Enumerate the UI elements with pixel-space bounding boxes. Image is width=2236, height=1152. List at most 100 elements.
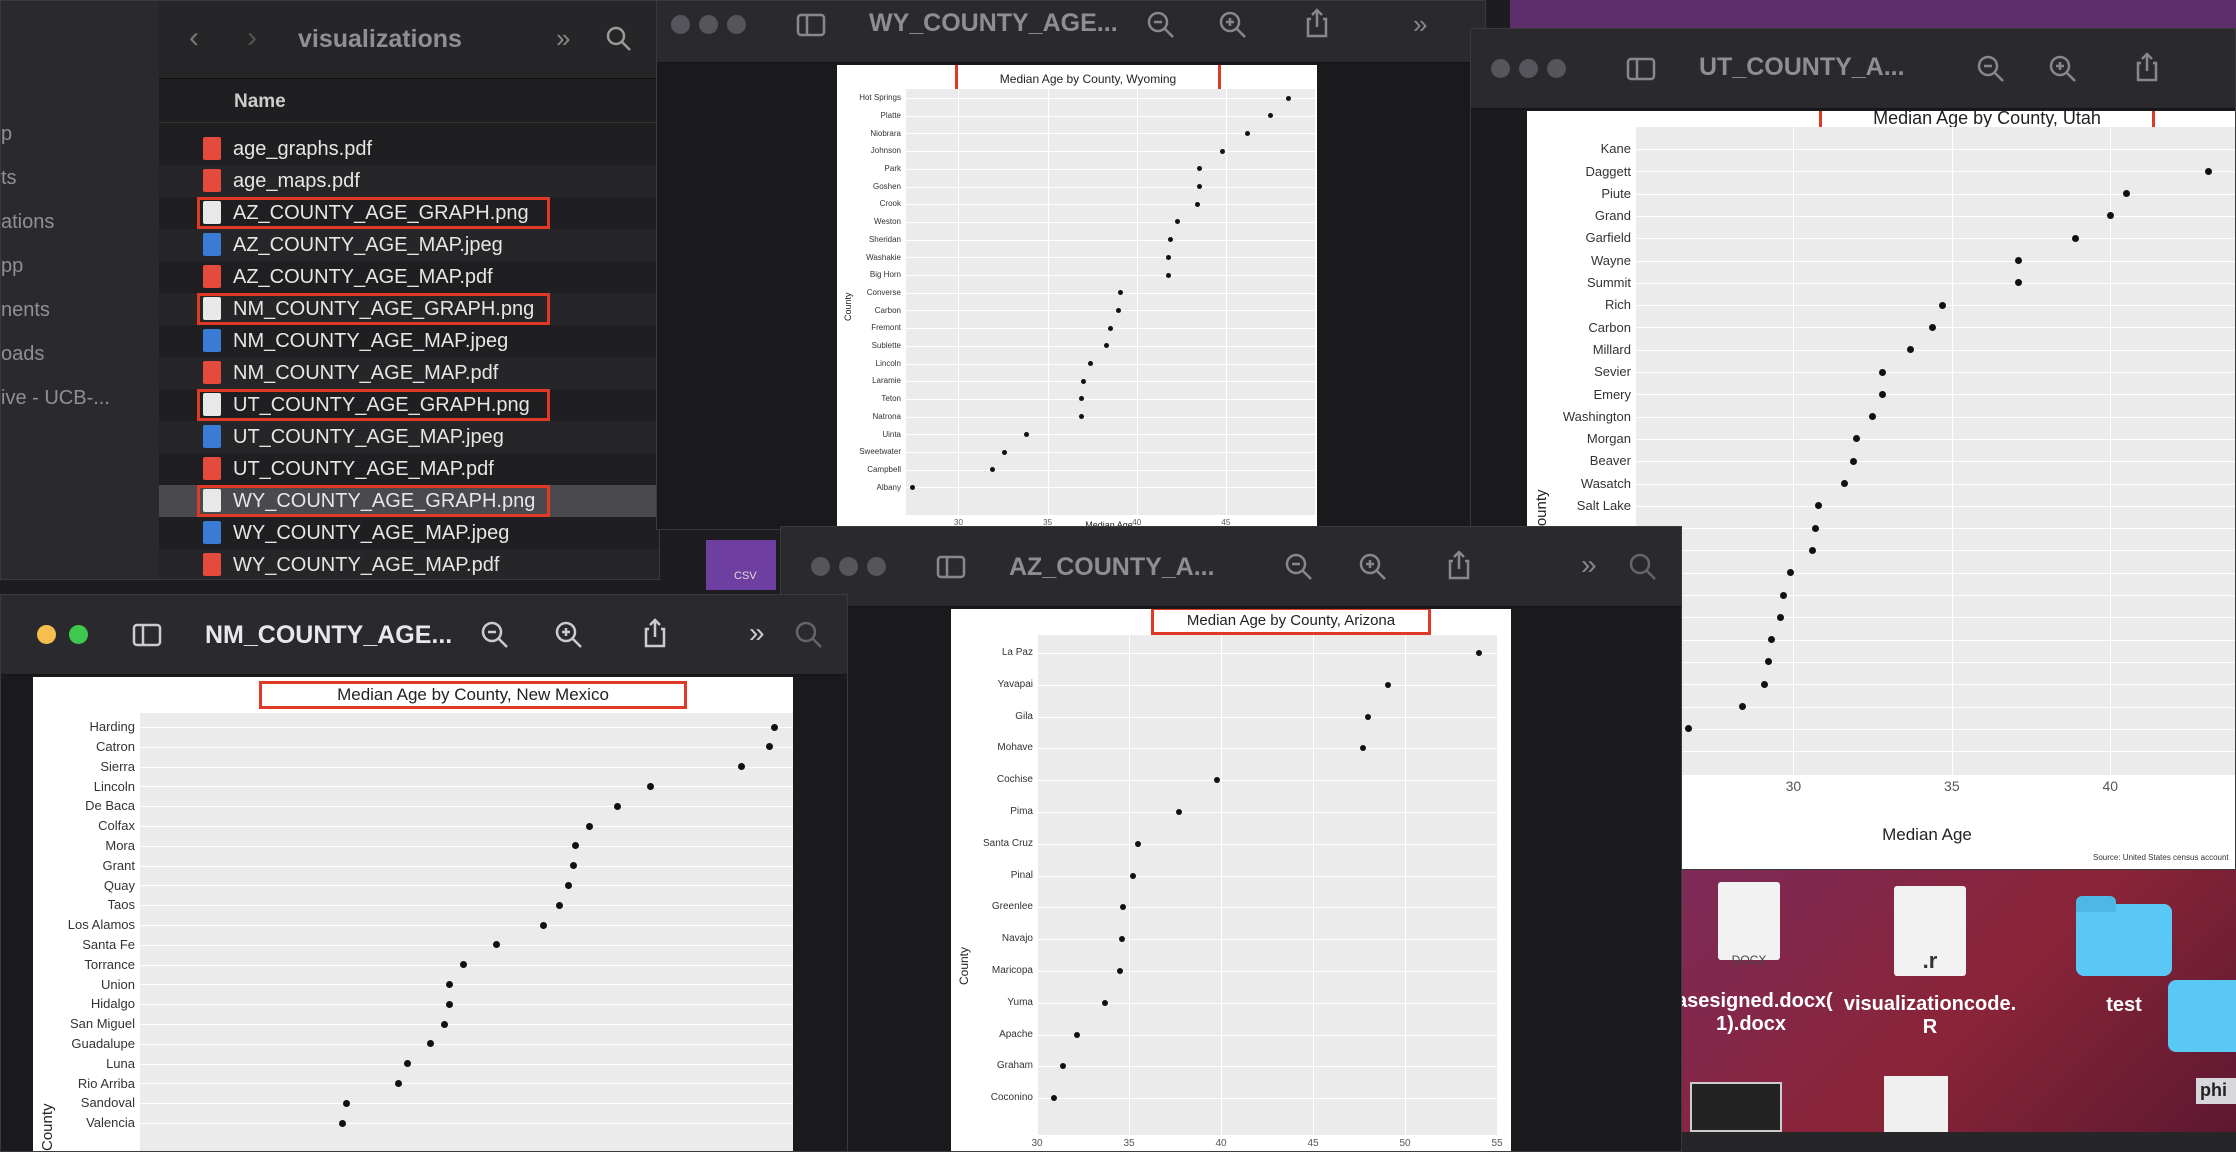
category-label: Guadalupe [71, 1036, 135, 1051]
gridline [905, 257, 1315, 259]
plot-panel [1635, 127, 2235, 775]
gridline [1635, 684, 2235, 686]
back-button[interactable]: ‹ [189, 21, 219, 55]
data-point [586, 822, 594, 830]
share-icon[interactable] [639, 617, 671, 649]
sidebar-toggle-icon[interactable] [795, 9, 827, 41]
sidebar-toggle-icon[interactable] [131, 619, 163, 651]
category-label: De Baca [85, 798, 135, 814]
plot-panel [1037, 635, 1497, 1135]
zoom-in-icon[interactable] [553, 619, 585, 651]
file-name: age_maps.pdf [233, 170, 360, 192]
forward-button[interactable]: › [247, 21, 277, 55]
search-icon[interactable] [605, 25, 633, 53]
gridline [1635, 394, 2235, 396]
file-row[interactable]: WY_COUNTY_AGE_MAP.jpeg [159, 517, 659, 549]
minimize-button[interactable] [699, 15, 718, 34]
zoom-button[interactable] [867, 557, 886, 576]
sidebar-toggle-icon[interactable] [935, 551, 967, 583]
gridline [139, 1043, 793, 1045]
share-icon[interactable] [1443, 549, 1475, 581]
zoom-out-icon[interactable] [1145, 9, 1177, 41]
file-row[interactable]: age_graphs.pdf [159, 133, 659, 165]
column-header[interactable]: Name [159, 85, 659, 123]
file-row[interactable]: AZ_COUNTY_AGE_MAP.jpeg [159, 229, 659, 261]
category-label: Natrona [872, 411, 901, 421]
category-label: Fremont [871, 323, 901, 333]
data-point [1786, 569, 1794, 577]
sidebar-item[interactable]: p [1, 123, 12, 146]
data-point [2014, 257, 2022, 264]
finder-window: p ts ations pp nents oads ive - UCB-... … [0, 0, 660, 580]
close-button[interactable] [811, 557, 830, 576]
share-icon[interactable] [1301, 7, 1333, 39]
data-point [1196, 166, 1202, 172]
category-label: Kane [1600, 141, 1631, 157]
docx-file-icon [1718, 882, 1780, 960]
minimize-button[interactable] [839, 557, 858, 576]
file-row[interactable]: AZ_COUNTY_AGE_MAP.pdf [159, 261, 659, 293]
desktop-item-label: phi [2196, 1078, 2236, 1104]
folder-icon[interactable] [2168, 980, 2236, 1052]
sidebar-item[interactable]: oads [1, 343, 44, 366]
close-button[interactable] [1491, 59, 1510, 78]
screenshot-thumbnail[interactable] [1690, 1082, 1782, 1132]
file-row[interactable]: WY_COUNTY_AGE_MAP.pdf [159, 549, 659, 579]
file-row[interactable]: NM_COUNTY_AGE_MAP.jpeg [159, 325, 659, 357]
zoom-button[interactable] [1547, 59, 1566, 78]
folder-title: visualizations [298, 25, 462, 53]
zoom-in-icon[interactable] [2047, 53, 2079, 85]
desktop-item-docx[interactable]: DOCX asesigned.docx( 1).docx [1676, 878, 1836, 1048]
sidebar-item[interactable]: nents [1, 299, 50, 322]
data-point [1194, 201, 1200, 207]
category-label: Platte [880, 110, 901, 120]
file-row[interactable]: UT_COUNTY_AGE_MAP.pdf [159, 453, 659, 485]
sidebar-item[interactable]: ive - UCB-... [1, 387, 110, 410]
highlight-box [197, 485, 550, 517]
file-row[interactable]: WY_COUNTY_AGE_GRAPH.png [159, 485, 659, 517]
y-axis-label: County [843, 292, 853, 321]
more-chevron-icon[interactable]: » [749, 617, 765, 649]
gridline [1037, 780, 1497, 782]
sidebar-item[interactable]: ts [1, 167, 17, 190]
desktop-item-r[interactable]: .r visualizationcode. R [1842, 878, 2022, 1048]
zoom-button[interactable] [727, 15, 746, 34]
gridline [1635, 505, 2235, 507]
category-label: Sevier [1594, 364, 1631, 380]
category-label: Beaver [1589, 453, 1631, 469]
gridline [139, 806, 793, 808]
file-row[interactable]: age_maps.pdf [159, 165, 659, 197]
zoom-out-icon[interactable] [479, 619, 511, 651]
zoom-in-icon[interactable] [1357, 551, 1389, 583]
gridline [1405, 635, 1406, 1135]
data-point [1080, 378, 1086, 384]
zoom-out-icon[interactable] [1283, 551, 1315, 583]
more-chevron-icon[interactable]: » [556, 23, 570, 54]
file-row[interactable]: AZ_COUNTY_AGE_GRAPH.png [159, 197, 659, 229]
share-icon[interactable] [2131, 51, 2163, 83]
close-button[interactable] [671, 15, 690, 34]
minimize-button[interactable] [37, 625, 56, 644]
gridline [1136, 89, 1138, 515]
file-row[interactable]: UT_COUNTY_AGE_GRAPH.png [159, 389, 659, 421]
file-row[interactable]: UT_COUNTY_AGE_MAP.jpeg [159, 421, 659, 453]
window-title: UT_COUNTY_A... [1699, 53, 1905, 81]
data-point [2122, 190, 2130, 198]
zoom-button[interactable] [69, 625, 88, 644]
sidebar-toggle-icon[interactable] [1625, 53, 1657, 85]
more-chevron-icon[interactable]: » [1581, 549, 1597, 581]
sidebar-item[interactable]: pp [1, 255, 23, 278]
file-row[interactable]: NM_COUNTY_AGE_GRAPH.png [159, 293, 659, 325]
search-icon[interactable] [793, 619, 825, 651]
category-label: Millard [1592, 341, 1631, 357]
more-chevron-icon[interactable]: » [1413, 9, 1427, 40]
x-tick-label: 35 [1944, 778, 1960, 794]
file-row[interactable]: NM_COUNTY_AGE_MAP.pdf [159, 357, 659, 389]
minimize-button[interactable] [1519, 59, 1538, 78]
zoom-out-icon[interactable] [1975, 53, 2007, 85]
zoom-in-icon[interactable] [1217, 9, 1249, 41]
search-icon[interactable] [1627, 551, 1659, 583]
csv-file-icon[interactable] [1884, 1076, 1948, 1132]
category-label: Weston [874, 217, 901, 227]
sidebar-item[interactable]: ations [1, 211, 54, 234]
